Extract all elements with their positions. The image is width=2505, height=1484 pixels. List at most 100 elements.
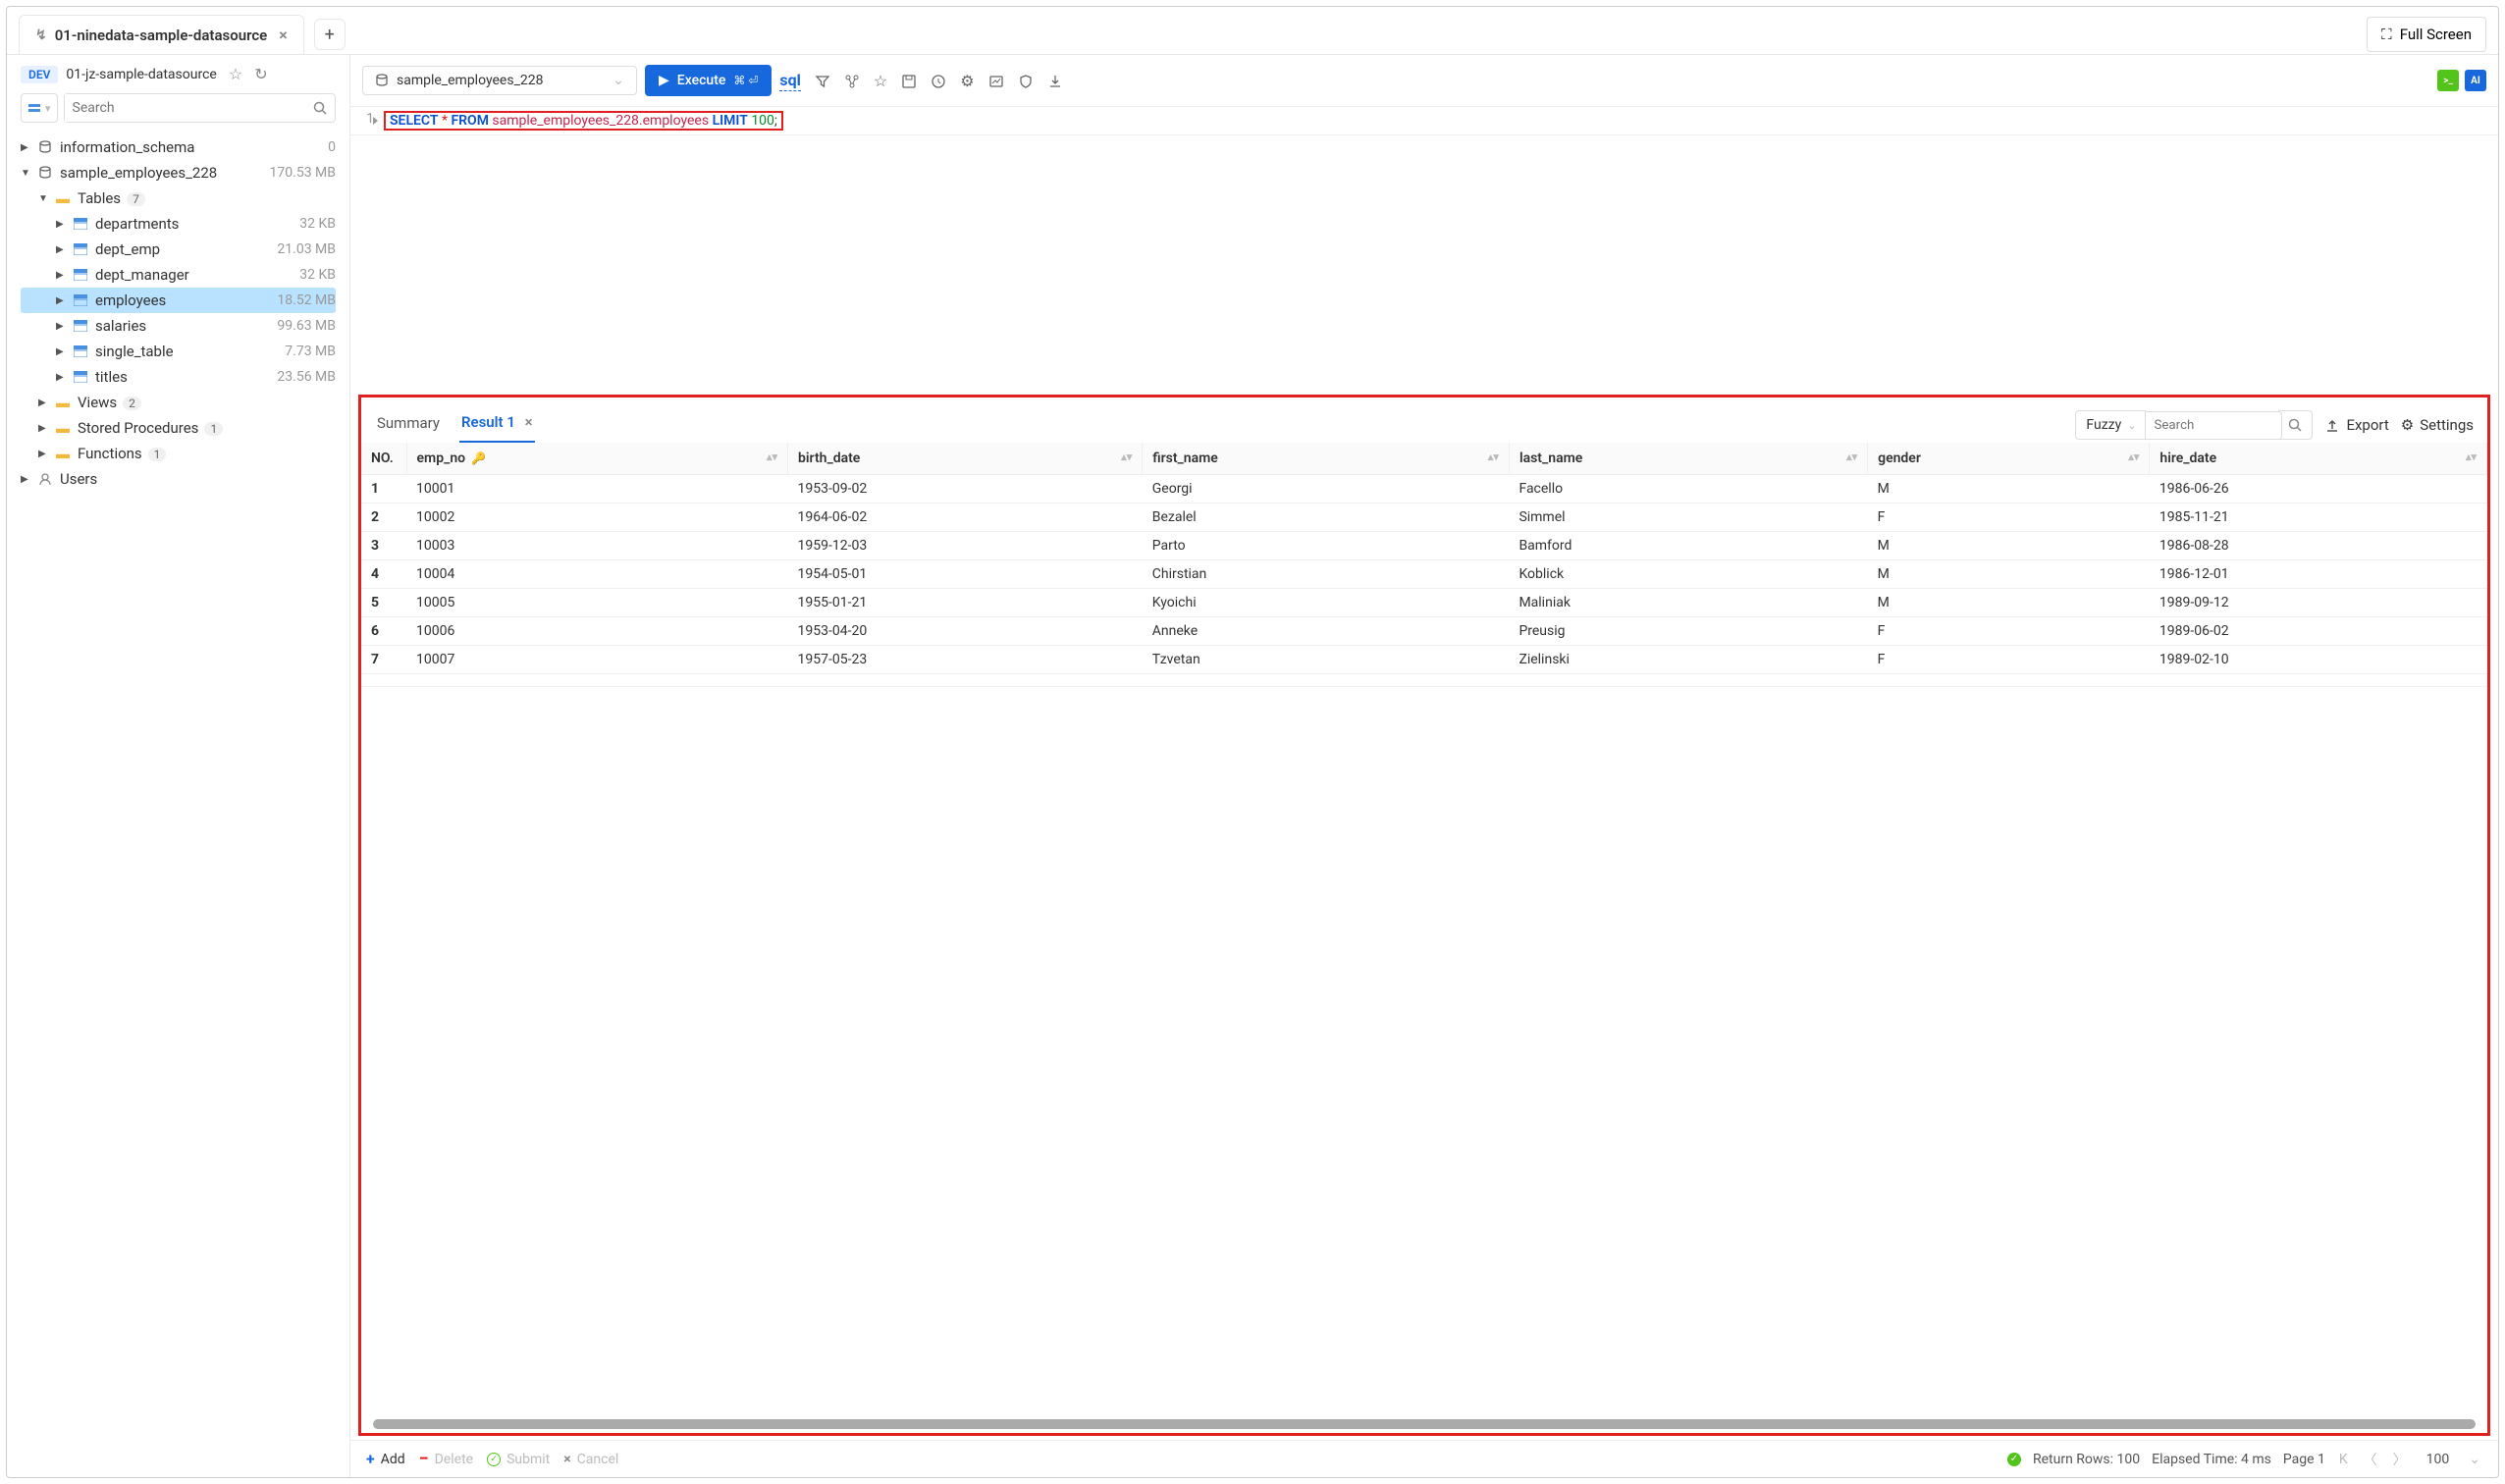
sidebar-search-input[interactable]	[65, 94, 305, 122]
search-mode-select[interactable]: Fuzzy ⌄	[2075, 410, 2146, 440]
result-settings-button[interactable]: ⚙ Settings	[2401, 416, 2474, 434]
filter-icon[interactable]	[815, 72, 830, 90]
tree-item-dept-manager[interactable]: ▶ dept_manager 32 KB	[21, 262, 336, 288]
execute-label: Execute	[677, 73, 726, 88]
tree-item-procedures[interactable]: ▶ ▬ Stored Procedures1	[21, 415, 336, 441]
elapsed-label: Elapsed Time: 4 ms	[2152, 1452, 2271, 1467]
table-row[interactable]: 4100041954-05-01ChirstianKoblickM1986-12…	[361, 560, 2487, 589]
search-icon[interactable]	[305, 100, 335, 116]
col-emp-no[interactable]: emp_no🔑▴▾	[406, 443, 788, 475]
file-tab[interactable]: ↯ 01-ninedata-sample-datasource ×	[19, 15, 304, 54]
database-selector[interactable]: sample_employees_228 ⌄	[362, 66, 637, 95]
history-icon[interactable]	[931, 72, 946, 90]
format-sql-icon[interactable]: sql	[779, 71, 800, 91]
tree-item-views[interactable]: ▶ ▬ Views2	[21, 390, 336, 415]
row-count: 100	[2426, 1452, 2450, 1467]
caret-right-icon: ▶	[56, 372, 68, 383]
tree-item-functions[interactable]: ▶ ▬ Functions1	[21, 441, 336, 466]
tab-result1[interactable]: Result 1 ×	[459, 407, 535, 443]
sql-code: SELECT * FROM sample_employees_228.emplo…	[384, 111, 783, 131]
table-icon	[72, 345, 89, 357]
db-filter-select[interactable]: ▾	[21, 93, 58, 123]
prev-page-button[interactable]: 〈	[2362, 1450, 2379, 1469]
dev-badge: DEV	[21, 66, 58, 83]
chart-icon[interactable]	[988, 72, 1004, 90]
return-rows-label: Return Rows: 100	[2033, 1452, 2140, 1467]
close-icon[interactable]: ×	[279, 26, 288, 44]
col-first-name[interactable]: first_name▴▾	[1143, 443, 1510, 475]
refresh-icon[interactable]: ↻	[254, 65, 267, 83]
sort-icon[interactable]: ▴▾	[1121, 450, 1132, 463]
terminal-badge[interactable]: >_	[2437, 70, 2459, 91]
first-page-button[interactable]: K	[2337, 1452, 2350, 1467]
sort-icon[interactable]: ▴▾	[2128, 450, 2139, 463]
submit-button[interactable]: ✓Submit	[487, 1452, 550, 1467]
result-table: NO. emp_no🔑▴▾ birth_date▴▾ first_name▴▾ …	[361, 443, 2487, 687]
download-icon[interactable]	[1047, 72, 1063, 90]
tree-item-salaries[interactable]: ▶ salaries 99.63 MB	[21, 313, 336, 339]
sort-icon[interactable]: ▴▾	[2466, 450, 2477, 463]
col-birth-date[interactable]: birth_date▴▾	[788, 443, 1143, 475]
caret-right-icon: ▶	[21, 474, 32, 485]
caret-down-icon: ▼	[38, 193, 50, 204]
cancel-button[interactable]: ×Cancel	[563, 1452, 618, 1467]
line-number: 1	[350, 111, 384, 131]
tree-item-sample-employees[interactable]: ▼ sample_employees_228 170.53 MB	[21, 160, 336, 186]
fullscreen-button[interactable]: ⛶ Full Screen	[2367, 17, 2486, 52]
folder-icon: ▬	[54, 395, 72, 411]
tree-item-departments[interactable]: ▶ departments 32 KB	[21, 211, 336, 237]
plan-icon[interactable]	[844, 72, 860, 90]
tree-item-titles[interactable]: ▶ titles 23.56 MB	[21, 364, 336, 390]
table-row[interactable]: 2100021964-06-02BezalelSimmelF1985-11-21	[361, 504, 2487, 532]
execute-button[interactable]: ▶ Execute ⌘ ⏎	[645, 65, 772, 96]
table-row[interactable]: 5100051955-01-21KyoichiMaliniakM1989-09-…	[361, 589, 2487, 617]
result-search-button[interactable]	[2278, 410, 2313, 440]
table-row[interactable]	[361, 674, 2487, 687]
database-icon	[375, 73, 389, 88]
check-icon: ✓	[487, 1453, 501, 1466]
col-last-name[interactable]: last_name▴▾	[1509, 443, 1867, 475]
table-row[interactable]: 6100061953-04-20AnnekePreusigF1989-06-02	[361, 617, 2487, 646]
table-row[interactable]: 1100011953-09-02GeorgiFacelloM1986-06-26	[361, 475, 2487, 504]
database-icon	[36, 140, 54, 154]
next-page-button[interactable]: 〉	[2391, 1450, 2409, 1469]
table-row[interactable]: 7100071957-05-23TzvetanZielinskiF1989-02…	[361, 646, 2487, 674]
play-icon: ▶	[659, 73, 669, 88]
sort-icon[interactable]: ▴▾	[1488, 450, 1499, 463]
tree-item-employees[interactable]: ▶ employees 18.52 MB	[21, 288, 336, 313]
delete-row-button[interactable]: −Delete	[419, 1449, 473, 1469]
favorite-icon[interactable]: ☆	[874, 72, 887, 90]
datasource-name: 01-jz-sample-datasource	[66, 67, 216, 82]
col-no[interactable]: NO.	[361, 443, 406, 475]
folder-icon: ▬	[54, 420, 72, 437]
table-icon	[72, 243, 89, 255]
tab-summary[interactable]: Summary	[375, 408, 442, 442]
save-icon[interactable]	[901, 72, 917, 90]
shield-icon[interactable]	[1018, 72, 1034, 90]
add-tab-button[interactable]: +	[314, 19, 346, 50]
result-search-input[interactable]	[2145, 411, 2282, 440]
tree-item-tables[interactable]: ▼ ▬ Tables7	[21, 186, 336, 211]
sort-icon[interactable]: ▴▾	[1846, 450, 1857, 463]
caret-right-icon: ▶	[21, 142, 32, 153]
settings-icon[interactable]: ⚙	[960, 72, 974, 90]
tree-item-dept-emp[interactable]: ▶ dept_emp 21.03 MB	[21, 237, 336, 262]
table-row[interactable]: 3100031959-12-03PartoBamfordM1986-08-28	[361, 532, 2487, 560]
tree-item-single-table[interactable]: ▶ single_table 7.73 MB	[21, 339, 336, 364]
horizontal-scrollbar[interactable]	[373, 1419, 2476, 1429]
table-icon	[72, 320, 89, 332]
sql-editor[interactable]: 1 SELECT * FROM sample_employees_228.emp…	[350, 107, 2498, 135]
star-icon[interactable]: ☆	[229, 65, 242, 83]
col-hire-date[interactable]: hire_date▴▾	[2150, 443, 2487, 475]
export-button[interactable]: Export	[2324, 416, 2388, 434]
folder-icon: ▬	[54, 190, 72, 207]
add-row-button[interactable]: +Add	[366, 1450, 405, 1468]
tree-item-information-schema[interactable]: ▶ information_schema 0	[21, 134, 336, 160]
close-icon[interactable]: ×	[525, 413, 533, 431]
tree-item-users[interactable]: ▶ Users	[21, 466, 336, 492]
page-size-dropdown[interactable]: ⌄	[2467, 1452, 2482, 1467]
table-icon	[72, 294, 89, 306]
sort-icon[interactable]: ▴▾	[767, 450, 777, 463]
ai-badge[interactable]: AI	[2465, 70, 2486, 91]
col-gender[interactable]: gender▴▾	[1868, 443, 2150, 475]
